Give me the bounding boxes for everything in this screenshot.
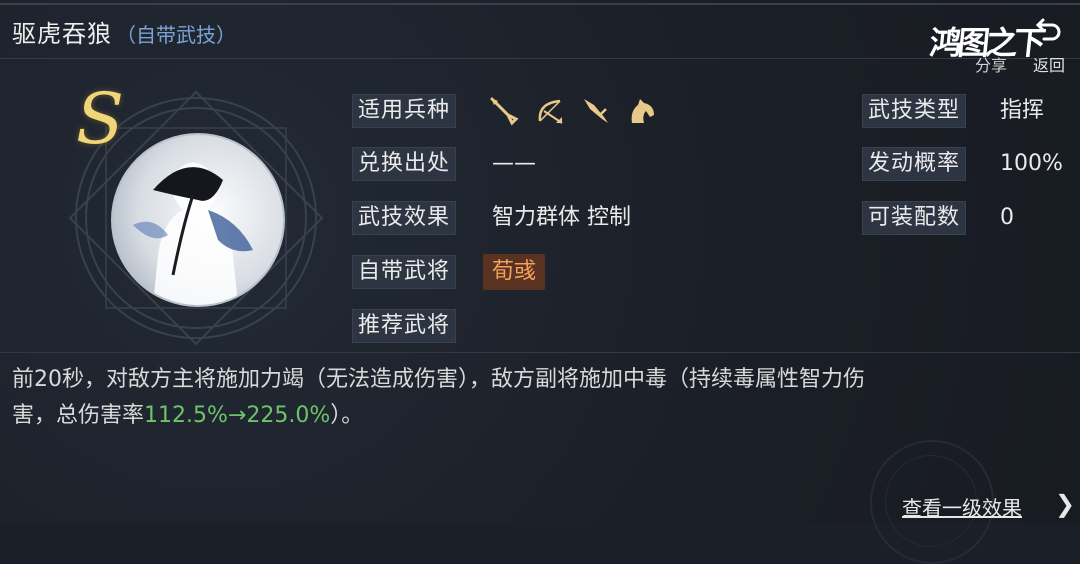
spear-icon bbox=[488, 95, 520, 127]
chance-label: 发动概率 bbox=[862, 147, 967, 181]
troops-label: 适用兵种 bbox=[352, 94, 457, 128]
troop-icons bbox=[488, 94, 658, 128]
skill-description: 前20秒，对敌方主将施加力竭（无法造成伤害），敌方副将施加中毒（持续毒属性智力伤… bbox=[12, 362, 1072, 434]
type-label: 武技类型 bbox=[862, 94, 967, 128]
chevron-right-icon[interactable]: ❯ bbox=[1055, 490, 1075, 518]
back-button[interactable]: 返回 bbox=[1024, 14, 1074, 75]
own-hero-label: 自带武将 bbox=[352, 255, 457, 289]
effect-label: 武技效果 bbox=[352, 201, 457, 235]
hero-portrait bbox=[111, 133, 285, 307]
skill-detail-panel: 驱虎吞狼 （自带武技） 鸿图之下 分享 返回 S 适用兵种 兑换出处 —— 武技… bbox=[0, 0, 1080, 564]
skill-title: 驱虎吞狼 bbox=[12, 20, 112, 48]
share-button[interactable]: 分享 bbox=[975, 52, 1007, 76]
top-border bbox=[0, 3, 1080, 5]
back-arrow-icon bbox=[1024, 14, 1074, 48]
slots-value: 0 bbox=[1000, 205, 1014, 230]
back-label: 返回 bbox=[1032, 56, 1065, 75]
title-divider bbox=[0, 58, 1080, 59]
skill-subtitle: （自带武技） bbox=[116, 23, 236, 47]
chance-value: 100% bbox=[1000, 151, 1063, 176]
effect-value: 智力群体 控制 bbox=[492, 205, 631, 230]
source-label: 兑换出处 bbox=[352, 147, 457, 181]
recommend-label: 推荐武将 bbox=[352, 309, 457, 343]
source-value: —— bbox=[492, 151, 536, 176]
description-line-2: 害，总伤害率112.5%→225.0%）。 bbox=[12, 398, 1072, 434]
damage-rate-highlight: 112.5%→225.0% bbox=[144, 403, 331, 428]
description-line-1: 前20秒，对敌方主将施加力竭（无法造成伤害），敌方副将施加中毒（持续毒属性智力伤 bbox=[12, 367, 865, 392]
title-row: 驱虎吞狼 （自带武技） bbox=[12, 14, 236, 50]
description-divider bbox=[0, 352, 1080, 353]
blade-icon bbox=[580, 95, 612, 127]
description-line-2-suffix: ）。 bbox=[330, 403, 364, 428]
skill-grade: S bbox=[76, 78, 124, 160]
slots-label: 可装配数 bbox=[862, 201, 967, 235]
horse-icon bbox=[626, 95, 658, 127]
view-level1-effect-link[interactable]: 查看一级效果 bbox=[902, 492, 1022, 521]
description-line-2-prefix: 害，总伤害率 bbox=[12, 403, 145, 428]
header-actions: 鸿图之下 分享 返回 bbox=[928, 8, 1080, 80]
own-hero-tag[interactable]: 荀彧 bbox=[483, 254, 546, 290]
bow-icon bbox=[534, 95, 566, 127]
type-value: 指挥 bbox=[1000, 98, 1045, 123]
